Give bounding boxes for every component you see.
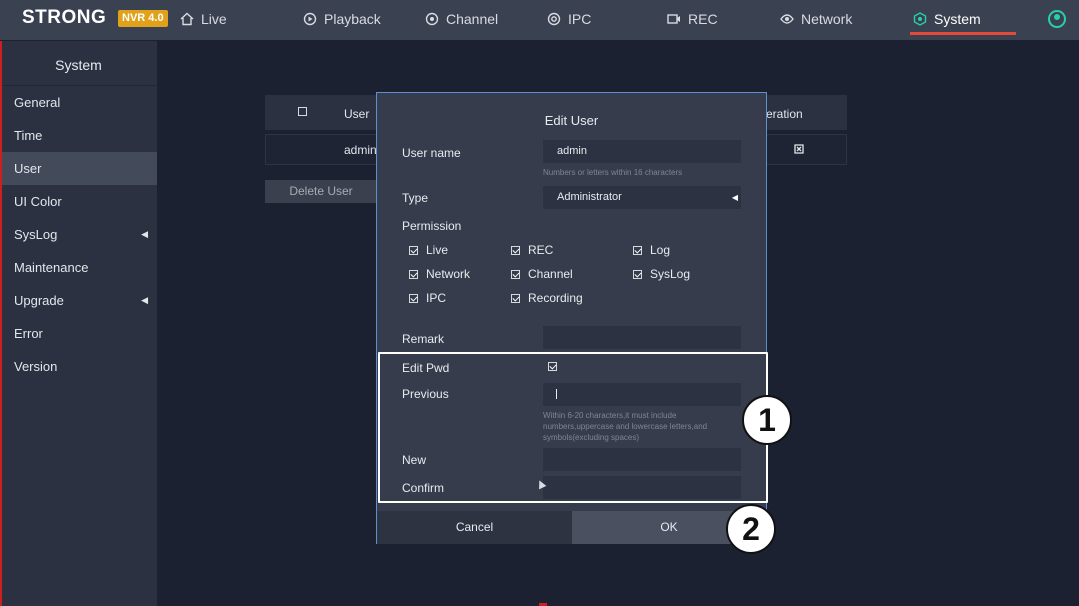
delete-user-button[interactable]: Delete User (265, 180, 377, 203)
caret-left-icon: ◀ (731, 193, 738, 202)
password-section-highlight (378, 352, 768, 503)
sidebar-item-label: Version (14, 359, 58, 374)
permission-label: IPC (426, 291, 447, 305)
nav-label: Live (201, 11, 227, 27)
sidebar-item-general[interactable]: General (0, 86, 157, 119)
nav-live[interactable]: Live (180, 0, 227, 40)
permission-channel[interactable]: Channel (511, 267, 573, 281)
nav-label: Channel (446, 11, 499, 27)
active-tab-indicator (910, 32, 1016, 35)
nav-ipc[interactable]: IPC (547, 0, 591, 40)
sidebar-item-label: UI Color (14, 194, 62, 209)
type-select[interactable]: Administrator ◀ (543, 186, 741, 209)
permission-label: Log (650, 243, 671, 257)
sidebar-item-label: Time (14, 128, 43, 143)
permission-network[interactable]: Network (409, 267, 470, 281)
user-name-label: User name (402, 146, 461, 160)
left-edge-marker (0, 41, 2, 606)
sidebar-item-user[interactable]: User (0, 152, 157, 185)
user-name-hint: Numbers or letters within 16 characters (543, 168, 683, 177)
rec-icon (667, 14, 680, 24)
cancel-button[interactable]: Cancel (377, 511, 572, 544)
nav-label: System (934, 11, 981, 27)
checkbox-checked-icon[interactable] (511, 294, 520, 303)
sidebar-item-syslog[interactable]: SysLog ◀ (0, 218, 157, 251)
permission-label: Channel (528, 267, 573, 281)
sidebar-item-label: Upgrade (14, 293, 64, 308)
nav-label: Network (801, 11, 853, 27)
channel-icon (425, 12, 439, 26)
table-cell-user: admin (344, 143, 377, 157)
permission-ipc[interactable]: IPC (409, 291, 446, 305)
checkbox-checked-icon[interactable] (409, 246, 418, 255)
version-badge: NVR 4.0 (118, 10, 168, 27)
top-nav-bar: STRONG NVR 4.0 Live Playback Channel IPC… (0, 0, 1079, 40)
permission-label: REC (528, 243, 554, 257)
system-icon (913, 12, 927, 26)
sidebar-title: System (0, 41, 157, 86)
checkbox-checked-icon[interactable] (511, 246, 520, 255)
permission-recording[interactable]: Recording (511, 291, 583, 305)
sidebar-item-label: User (14, 161, 42, 176)
step-marker-2: 2 (726, 504, 776, 554)
nav-rec[interactable]: REC (667, 0, 718, 40)
checkbox-checked-icon[interactable] (409, 270, 418, 279)
edit-icon[interactable] (794, 144, 804, 154)
permission-log[interactable]: Log (633, 243, 670, 257)
caret-left-icon: ◀ (141, 295, 148, 305)
sidebar-item-error[interactable]: Error (0, 317, 157, 350)
playback-icon (303, 12, 317, 26)
step-marker-1: 1 (742, 395, 792, 445)
ipc-icon (547, 12, 561, 26)
checkbox-checked-icon[interactable] (633, 246, 642, 255)
permission-label: Recording (528, 291, 583, 305)
nav-playback[interactable]: Playback (303, 0, 381, 40)
column-header-operation: eration (766, 107, 803, 121)
checkbox-checked-icon[interactable] (633, 270, 642, 279)
caret-left-icon: ◀ (141, 229, 148, 239)
nav-label: REC (688, 11, 718, 27)
checkbox-checked-icon[interactable] (511, 270, 520, 279)
dialog-title: Edit User (544, 113, 599, 128)
type-label: Type (402, 191, 429, 205)
permission-syslog[interactable]: SysLog (633, 267, 690, 281)
home-icon (180, 12, 194, 26)
nav-label: IPC (568, 11, 592, 27)
sidebar-item-version[interactable]: Version (0, 350, 157, 383)
sidebar-item-maintenance[interactable]: Maintenance (0, 251, 157, 284)
user-account-icon[interactable] (1048, 10, 1066, 28)
sidebar-item-time[interactable]: Time (0, 119, 157, 152)
column-header-user: User (344, 107, 370, 121)
permission-label: Live (426, 243, 449, 257)
sidebar-item-upgrade[interactable]: Upgrade ◀ (0, 284, 157, 317)
permission-label: Network (426, 267, 471, 281)
sidebar-item-ui-color[interactable]: UI Color (0, 185, 157, 218)
nav-channel[interactable]: Channel (425, 0, 498, 40)
network-icon (780, 14, 794, 24)
permission-rec[interactable]: REC (511, 243, 553, 257)
remark-label: Remark (402, 332, 445, 346)
sidebar-item-label: General (14, 95, 61, 110)
select-all-checkbox[interactable] (298, 107, 307, 116)
brand-logo: STRONG (22, 7, 107, 28)
sidebar-item-label: Maintenance (14, 260, 89, 275)
permission-label: Permission (402, 219, 462, 233)
system-sidebar: System General Time User UI Color SysLog… (0, 41, 157, 606)
user-name-field[interactable]: admin (543, 140, 741, 163)
checkbox-checked-icon[interactable] (409, 294, 418, 303)
remark-field[interactable] (543, 326, 741, 349)
nav-network[interactable]: Network (780, 0, 852, 40)
type-select-value: Administrator (557, 191, 622, 203)
permission-live[interactable]: Live (409, 243, 448, 257)
permission-label: SysLog (650, 267, 691, 281)
nav-label: Playback (324, 11, 381, 27)
sidebar-item-label: Error (14, 326, 43, 341)
sidebar-item-label: SysLog (14, 227, 58, 242)
